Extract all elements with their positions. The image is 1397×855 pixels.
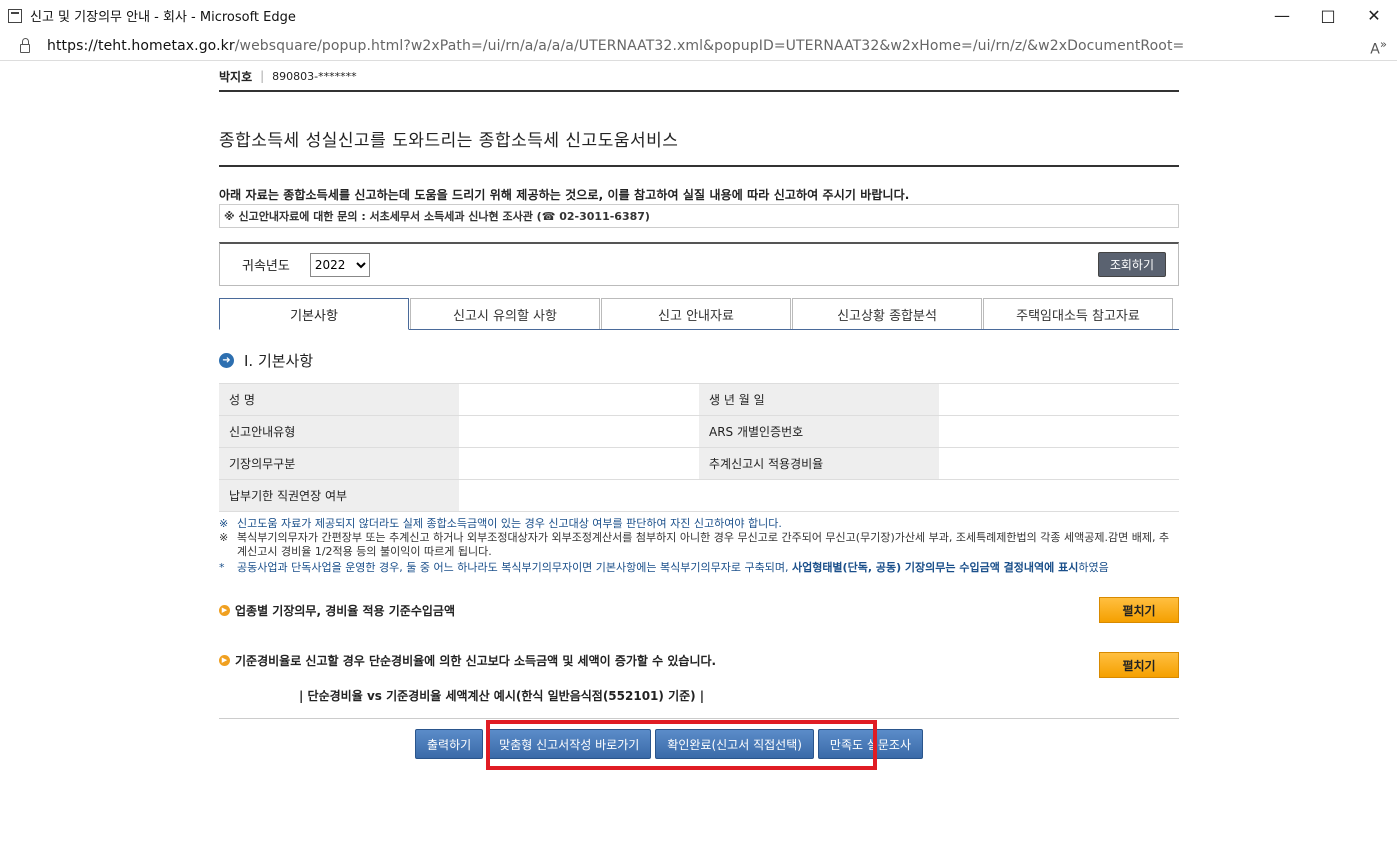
user-info: 박지호 | 890803-******* [219,62,1179,92]
arrow-bullet-icon: ▶ [219,604,230,616]
table-value-cell [939,383,1179,416]
note-text: 신고도움 자료가 제공되지 않더라도 실제 종합소득금액이 있는 경우 신고대상… [237,517,782,530]
expand-button[interactable]: 펼치기 [1099,652,1179,678]
table-row: 기장의무구분 추계신고시 적용경비율 [219,447,1179,480]
highlight-box [486,720,877,770]
note-text-wrap: 공동사업과 단독사업을 운영한 경우, 둘 중 어느 하나라도 복식부기의무자이… [237,561,1109,575]
section-heading: 기준경비율로 신고할 경우 단순경비율에 의한 신고보다 소득금액 및 세액이 … [235,653,717,668]
circle-arrow-icon: ➜ [219,353,234,368]
note-emphasis: 사업형태별(단독, 공동) 기장의무는 수입금액 결정내역에 표시 [791,561,1079,574]
expand-button[interactable]: 펼치기 [1099,597,1179,623]
table-value-cell [459,415,699,448]
divider: | [260,69,265,83]
section-title: ➜ Ⅰ. 기본사항 [219,350,1179,371]
standard-income-section: ▶ 업종별 기장의무, 경비율 적용 기준수입금액 펼치기 [219,597,1179,623]
table-header-cell: ARS 개별인증번호 [699,415,939,448]
table-value-cell [939,447,1179,480]
table-header-cell: 추계신고시 적용경비율 [699,447,939,480]
page-icon [8,8,22,23]
close-icon[interactable]: ✕ [1351,0,1397,31]
note-item: ※ 복식부기의무자가 간편장부 또는 추계신고 하거나 외부조정대상자가 외부조… [219,531,1179,559]
user-name: 박지호 [219,69,253,84]
window-titlebar: 신고 및 기장의무 안내 - 회사 - Microsoft Edge — □ ✕ [0,0,1397,31]
arrow-bullet-icon: ▶ [219,654,230,666]
note-item: ※ 신고도움 자료가 제공되지 않더라도 실제 종합소득금액이 있는 경우 신고… [219,517,1179,531]
window-title: 신고 및 기장의무 안내 - 회사 - Microsoft Edge [30,10,296,25]
basic-info-table: 성 명 생 년 월 일 신고안내유형 ARS 개별인증번호 기장의무구분 추계신… [219,383,1179,512]
year-label: 귀속년도 [242,259,290,274]
table-row: 성 명 생 년 월 일 [219,383,1179,416]
table-value-cell [939,415,1179,448]
maximize-icon[interactable]: □ [1305,0,1351,31]
note-mark: ※ [219,517,229,530]
note-mark: ※ [219,531,229,544]
section-heading: 업종별 기장의무, 경비율 적용 기준수입금액 [235,603,455,618]
table-row: 신고안내유형 ARS 개별인증번호 [219,415,1179,448]
tab-cautions[interactable]: 신고시 유의할 사항 [410,298,600,329]
table-value-cell [459,383,699,416]
lock-icon[interactable] [20,38,30,53]
tab-basic-info[interactable]: 기본사항 [219,298,409,330]
table-value-cell [459,447,699,480]
table-empty-cell [939,479,1179,512]
table-header-cell: 기장의무구분 [219,447,459,480]
table-header-cell: 납부기한 직권연장 여부 [219,479,459,512]
table-empty-cell [699,479,939,512]
notice-text: 아래 자료는 종합소득세를 신고하는데 도움을 드리기 위해 제공하는 것으로,… [219,188,910,202]
read-aloud-icon[interactable]: A» [1370,37,1387,58]
search-box: 귀속년도 2022 조회하기 [219,242,1179,286]
contact-info: ※ 신고안내자료에 대한 문의 : 서초세무서 소득세과 신나현 조사관 (☎ … [219,204,1179,228]
table-header-cell: 성 명 [219,383,459,416]
note-item: * 공동사업과 단독사업을 운영한 경우, 둘 중 어느 하나라도 복식부기의무… [219,561,1179,575]
tab-analysis[interactable]: 신고상황 종합분석 [792,298,982,329]
table-header-cell: 신고안내유형 [219,415,459,448]
note-text: 복식부기의무자가 간편장부 또는 추계신고 하거나 외부조정대상자가 외부조정계… [237,531,1170,558]
table-row: 납부기한 직권연장 여부 [219,479,1179,512]
address-bar[interactable]: https://teht.hometax.go.kr/websquare/pop… [0,31,1397,61]
expense-rate-section: ▶ 기준경비율로 신고할 경우 단순경비율에 의한 신고보다 소득금액 및 세액… [219,647,1179,678]
url-text[interactable]: https://teht.hometax.go.kr/websquare/pop… [47,38,1184,54]
notes: ※ 신고도움 자료가 제공되지 않더라도 실제 종합소득금액이 있는 경우 신고… [219,517,1179,575]
print-button[interactable]: 출력하기 [415,729,484,759]
section-title-text: Ⅰ. 기본사항 [244,352,314,370]
note-text: 하였음 [1078,561,1109,574]
user-ssn: 890803-******* [272,69,357,83]
year-select[interactable]: 2022 [309,252,370,277]
page-content: 박지호 | 890803-******* 종합소득세 성실신고를 도와드리는 종… [219,62,1179,770]
search-button[interactable]: 조회하기 [1097,252,1166,277]
table-header-cell: 생 년 월 일 [699,383,939,416]
tab-bar: 기본사항 신고시 유의할 사항 신고 안내자료 신고상황 종합분석 주택임대소득… [219,298,1179,330]
comparison-title: | 단순경비율 vs 기준경비율 세액계산 예시(한식 일반음식점(552101… [299,689,705,703]
divider [219,718,1179,719]
note-text: 공동사업과 단독사업을 운영한 경우, 둘 중 어느 하나라도 복식부기의무자이… [237,561,792,574]
tab-rental-income[interactable]: 주택임대소득 참고자료 [983,298,1173,329]
minimize-icon[interactable]: — [1259,0,1305,31]
page-title: 종합소득세 성실신고를 도와드리는 종합소득세 신고도움서비스 [219,126,1179,167]
note-mark: * [219,561,225,574]
tab-guide-data[interactable]: 신고 안내자료 [601,298,791,329]
table-value-cell [459,479,699,512]
